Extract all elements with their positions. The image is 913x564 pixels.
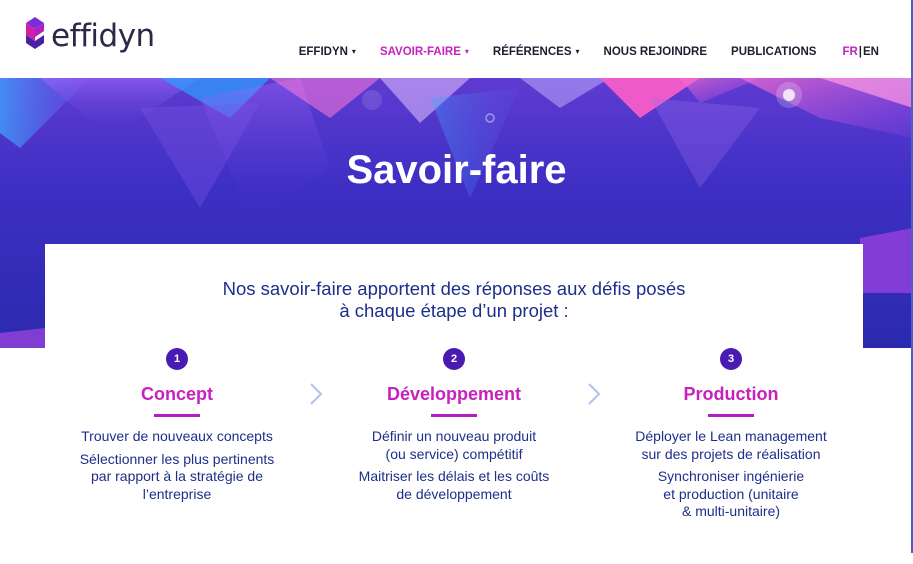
title-underline [431, 414, 477, 417]
nav-item-nous-rejoindre[interactable]: NOUS REJOINDRE [604, 46, 708, 58]
text-line: l’entreprise [142, 485, 212, 502]
lang-fr-link[interactable]: FR [842, 46, 857, 58]
nav-item-label: EFFIDYN [298, 46, 348, 58]
intro-line-1: Nos savoir-faire apportent des réponses … [222, 278, 686, 299]
step-number-badge: 3 [720, 348, 742, 370]
text-line: & multi-unitaire) [681, 503, 781, 519]
step-title: Production [683, 384, 779, 404]
step-paragraph: Trouver de nouveaux concepts [45, 428, 309, 446]
nav-item-label: NOUS REJOINDRE [603, 46, 708, 58]
nav-item-label: SAVOIR-FAIRE [379, 46, 461, 58]
logo-mark-icon [26, 17, 44, 49]
chevron-right-icon [586, 382, 602, 411]
step-description: Définir un nouveau produit (ou service) … [322, 428, 586, 503]
main-nav: EFFIDYN ▾ SAVOIR-FAIRE ▾ RÉFÉRENCES ▾ NOUS … [275, 46, 879, 58]
nav-item-label: PUBLICATIONS [731, 46, 817, 58]
text-line: Maitriser les délais et les coûts [358, 468, 550, 484]
text-line: sur des projets de réalisation [641, 445, 821, 462]
step-paragraph: Définir un nouveau produit (ou service) … [322, 428, 586, 463]
step-paragraph: Maitriser les délais et les coûts de dév… [322, 468, 586, 503]
intro-text: Nos savoir-faire apportent des réponses … [45, 278, 863, 322]
text-line: Synchroniser ingénierie [657, 468, 805, 484]
step-number-badge: 2 [443, 348, 465, 370]
step-number-badge: 1 [166, 348, 188, 370]
text-line: Déployer le Lean management [635, 428, 827, 444]
site-header: effidyn EFFIDYN ▾ SAVOIR-FAIRE ▾ RÉFÉRENCE… [0, 0, 913, 78]
text-line: (ou service) compétitif [385, 445, 523, 462]
caret-down-icon: ▾ [464, 47, 469, 56]
step-description: Déployer le Lean management sur des proj… [599, 428, 863, 521]
title-underline [708, 414, 754, 417]
step-paragraph: Sélectionner les plus pertinents par rap… [45, 451, 309, 504]
lang-en-link[interactable]: EN [863, 46, 879, 58]
text-line: de développement [396, 485, 512, 502]
caret-down-icon: ▾ [575, 47, 580, 56]
step-title: Concept [141, 384, 213, 404]
nav-item-publications[interactable]: PUBLICATIONS [731, 46, 816, 58]
nav-item-references[interactable]: RÉFÉRENCES ▾ [493, 46, 580, 58]
step-description: Trouver de nouveaux concepts Sélectionne… [45, 428, 309, 503]
step-paragraph: Synchroniser ingénierie et production (u… [599, 468, 863, 521]
step-developpement: 2 Développement Définir un nouveau produ… [322, 348, 586, 508]
step-paragraph: Déployer le Lean management sur des proj… [599, 428, 863, 463]
text-line: Définir un nouveau produit [371, 428, 537, 444]
step-production: 3 Production Déployer le Lean management… [599, 348, 863, 526]
caret-down-icon: ▾ [351, 47, 356, 56]
page-title: Savoir-faire [346, 148, 567, 192]
content-card: Nos savoir-faire apportent des réponses … [45, 244, 863, 564]
logo-wordmark: effidyn [51, 18, 155, 54]
nav-item-savoir-faire[interactable]: SAVOIR-FAIRE ▾ [380, 46, 469, 58]
text-line: Trouver de nouveaux concepts [81, 428, 273, 444]
nav-item-effidyn[interactable]: EFFIDYN ▾ [299, 46, 356, 58]
language-switcher: FR|EN [842, 46, 879, 58]
intro-line-2: à chaque étape d’un projet : [339, 300, 569, 321]
step-concept: 1 Concept Trouver de nouveaux concepts S… [45, 348, 309, 508]
chevron-right-icon [308, 382, 324, 411]
text-line: par rapport à la stratégie de [91, 468, 263, 484]
text-line: et production (unitaire [663, 485, 799, 502]
title-underline [154, 414, 200, 417]
nav-item-label: RÉFÉRENCES [492, 46, 572, 58]
text-line: Sélectionner les plus pertinents [79, 450, 275, 467]
effidyn-logo[interactable]: effidyn [24, 16, 155, 54]
lang-separator: | [858, 46, 863, 58]
step-title: Développement [386, 384, 522, 404]
